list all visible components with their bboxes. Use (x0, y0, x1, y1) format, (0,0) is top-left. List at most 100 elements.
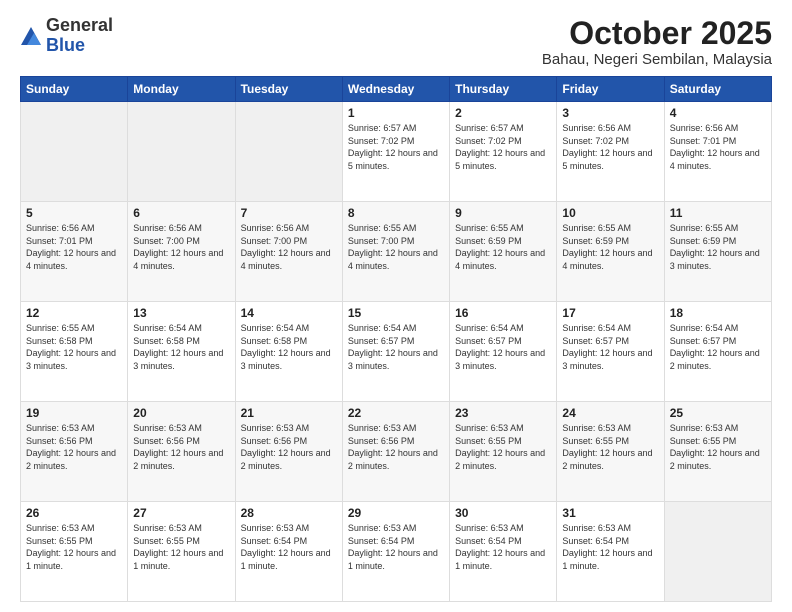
logo-icon (20, 25, 42, 47)
day-number: 9 (455, 206, 551, 220)
cell-content: Sunrise: 6:55 AM Sunset: 6:59 PM Dayligh… (670, 222, 766, 272)
day-number: 23 (455, 406, 551, 420)
day-number: 8 (348, 206, 444, 220)
week-row-1: 1 Sunrise: 6:57 AM Sunset: 7:02 PM Daylig… (21, 102, 772, 202)
cell-content: Sunrise: 6:57 AM Sunset: 7:02 PM Dayligh… (455, 122, 551, 172)
day-number: 27 (133, 506, 229, 520)
day-header-sunday: Sunday (21, 77, 128, 102)
cell-content: Sunrise: 6:54 AM Sunset: 6:58 PM Dayligh… (241, 322, 337, 372)
calendar-cell (21, 102, 128, 202)
logo-general: General (46, 15, 113, 35)
cell-content: Sunrise: 6:56 AM Sunset: 7:00 PM Dayligh… (133, 222, 229, 272)
cell-content: Sunrise: 6:53 AM Sunset: 6:54 PM Dayligh… (241, 522, 337, 572)
day-number: 18 (670, 306, 766, 320)
calendar-cell: 22 Sunrise: 6:53 AM Sunset: 6:56 PM Dayli… (342, 402, 449, 502)
cell-content: Sunrise: 6:55 AM Sunset: 6:58 PM Dayligh… (26, 322, 122, 372)
calendar-cell: 23Sunrise: 6:53 AM Sunset: 6:55 PM Dayli… (450, 402, 557, 502)
cell-content: Sunrise: 6:56 AM Sunset: 7:02 PM Dayligh… (562, 122, 658, 172)
cell-content: Sunrise: 6:54 AM Sunset: 6:57 PM Dayligh… (348, 322, 444, 372)
cell-content: Sunrise: 6:55 AM Sunset: 7:00 PM Dayligh… (348, 222, 444, 272)
calendar-cell: 21Sunrise: 6:53 AM Sunset: 6:56 PM Dayli… (235, 402, 342, 502)
calendar-cell: 25 Sunrise: 6:53 AM Sunset: 6:55 PM Dayli… (664, 402, 771, 502)
day-number: 5 (26, 206, 122, 220)
calendar-cell: 18 Sunrise: 6:54 AM Sunset: 6:57 PM Dayli… (664, 302, 771, 402)
cell-content: Sunrise: 6:53 AM Sunset: 6:56 PM Dayligh… (241, 422, 337, 472)
day-number: 25 (670, 406, 766, 420)
cell-content: Sunrise: 6:53 AM Sunset: 6:56 PM Dayligh… (348, 422, 444, 472)
title-block: October 2025 Bahau, Negeri Sembilan, Mal… (542, 16, 772, 68)
calendar-cell: 17 Sunrise: 6:54 AM Sunset: 6:57 PM Dayli… (557, 302, 664, 402)
day-header-tuesday: Tuesday (235, 77, 342, 102)
day-number: 1 (348, 106, 444, 120)
calendar-cell: 13 Sunrise: 6:54 AM Sunset: 6:58 PM Dayli… (128, 302, 235, 402)
week-row-4: 19 Sunrise: 6:53 AM Sunset: 6:56 PM Dayli… (21, 402, 772, 502)
day-number: 16 (455, 306, 551, 320)
day-header-friday: Friday (557, 77, 664, 102)
cell-content: Sunrise: 6:54 AM Sunset: 6:57 PM Dayligh… (670, 322, 766, 372)
calendar-cell (128, 102, 235, 202)
cell-content: Sunrise: 6:54 AM Sunset: 6:57 PM Dayligh… (455, 322, 551, 372)
calendar-cell: 19Sunrise: 6:53 AM Sunset: 6:56 PM Dayli… (21, 402, 128, 502)
day-number: 24 (562, 406, 658, 420)
calendar-cell: 5Sunrise: 6:56 AM Sunset: 7:01 PM Daylig… (21, 202, 128, 302)
month-title: October 2025 (542, 16, 772, 51)
calendar-cell: 11Sunrise: 6:55 AM Sunset: 6:59 PM Dayli… (664, 202, 771, 302)
cell-content: Sunrise: 6:53 AM Sunset: 6:55 PM Dayligh… (670, 422, 766, 472)
week-row-5: 26 Sunrise: 6:53 AM Sunset: 6:55 PM Dayli… (21, 502, 772, 602)
day-number: 10 (562, 206, 658, 220)
calendar-cell: 4Sunrise: 6:56 AM Sunset: 7:01 PM Daylig… (664, 102, 771, 202)
cell-content: Sunrise: 6:53 AM Sunset: 6:55 PM Dayligh… (562, 422, 658, 472)
cell-content: Sunrise: 6:53 AM Sunset: 6:56 PM Dayligh… (133, 422, 229, 472)
day-header-thursday: Thursday (450, 77, 557, 102)
cell-content: Sunrise: 6:56 AM Sunset: 7:00 PM Dayligh… (241, 222, 337, 272)
calendar-cell: 7 Sunrise: 6:56 AM Sunset: 7:00 PM Daylig… (235, 202, 342, 302)
day-number: 12 (26, 306, 122, 320)
calendar-cell: 27 Sunrise: 6:53 AM Sunset: 6:55 PM Dayli… (128, 502, 235, 602)
day-header-wednesday: Wednesday (342, 77, 449, 102)
day-number: 20 (133, 406, 229, 420)
calendar-cell: 29Sunrise: 6:53 AM Sunset: 6:54 PM Dayli… (342, 502, 449, 602)
logo: General Blue (20, 16, 113, 56)
cell-content: Sunrise: 6:53 AM Sunset: 6:55 PM Dayligh… (26, 522, 122, 572)
day-header-monday: Monday (128, 77, 235, 102)
day-number: 30 (455, 506, 551, 520)
day-number: 17 (562, 306, 658, 320)
calendar-cell: 14 Sunrise: 6:54 AM Sunset: 6:58 PM Dayli… (235, 302, 342, 402)
day-number: 14 (241, 306, 337, 320)
day-number: 22 (348, 406, 444, 420)
header-row: SundayMondayTuesdayWednesdayThursdayFrid… (21, 77, 772, 102)
day-number: 13 (133, 306, 229, 320)
calendar-cell: 26 Sunrise: 6:53 AM Sunset: 6:55 PM Dayli… (21, 502, 128, 602)
cell-content: Sunrise: 6:54 AM Sunset: 6:57 PM Dayligh… (562, 322, 658, 372)
week-row-2: 5Sunrise: 6:56 AM Sunset: 7:01 PM Daylig… (21, 202, 772, 302)
day-number: 26 (26, 506, 122, 520)
day-number: 15 (348, 306, 444, 320)
cell-content: Sunrise: 6:55 AM Sunset: 6:59 PM Dayligh… (562, 222, 658, 272)
cell-content: Sunrise: 6:53 AM Sunset: 6:54 PM Dayligh… (348, 522, 444, 572)
day-number: 3 (562, 106, 658, 120)
page: General Blue October 2025 Bahau, Negeri … (0, 0, 792, 612)
calendar-cell: 20 Sunrise: 6:53 AM Sunset: 6:56 PM Dayli… (128, 402, 235, 502)
calendar-cell: 8 Sunrise: 6:55 AM Sunset: 7:00 PM Daylig… (342, 202, 449, 302)
calendar-cell: 10 Sunrise: 6:55 AM Sunset: 6:59 PM Dayli… (557, 202, 664, 302)
logo-blue: Blue (46, 35, 85, 55)
day-header-saturday: Saturday (664, 77, 771, 102)
calendar-cell: 3 Sunrise: 6:56 AM Sunset: 7:02 PM Daylig… (557, 102, 664, 202)
cell-content: Sunrise: 6:57 AM Sunset: 7:02 PM Dayligh… (348, 122, 444, 172)
calendar-cell: 12 Sunrise: 6:55 AM Sunset: 6:58 PM Dayli… (21, 302, 128, 402)
calendar-cell: 24 Sunrise: 6:53 AM Sunset: 6:55 PM Dayli… (557, 402, 664, 502)
location: Bahau, Negeri Sembilan, Malaysia (542, 51, 772, 68)
calendar-cell (664, 502, 771, 602)
calendar-cell: 28Sunrise: 6:53 AM Sunset: 6:54 PM Dayli… (235, 502, 342, 602)
cell-content: Sunrise: 6:53 AM Sunset: 6:55 PM Dayligh… (133, 522, 229, 572)
day-number: 7 (241, 206, 337, 220)
cell-content: Sunrise: 6:53 AM Sunset: 6:54 PM Dayligh… (562, 522, 658, 572)
cell-content: Sunrise: 6:54 AM Sunset: 6:58 PM Dayligh… (133, 322, 229, 372)
calendar-cell: 9Sunrise: 6:55 AM Sunset: 6:59 PM Daylig… (450, 202, 557, 302)
calendar-cell: 1 Sunrise: 6:57 AM Sunset: 7:02 PM Daylig… (342, 102, 449, 202)
day-number: 2 (455, 106, 551, 120)
calendar-cell: 30Sunrise: 6:53 AM Sunset: 6:54 PM Dayli… (450, 502, 557, 602)
day-number: 19 (26, 406, 122, 420)
day-number: 4 (670, 106, 766, 120)
calendar-cell (235, 102, 342, 202)
